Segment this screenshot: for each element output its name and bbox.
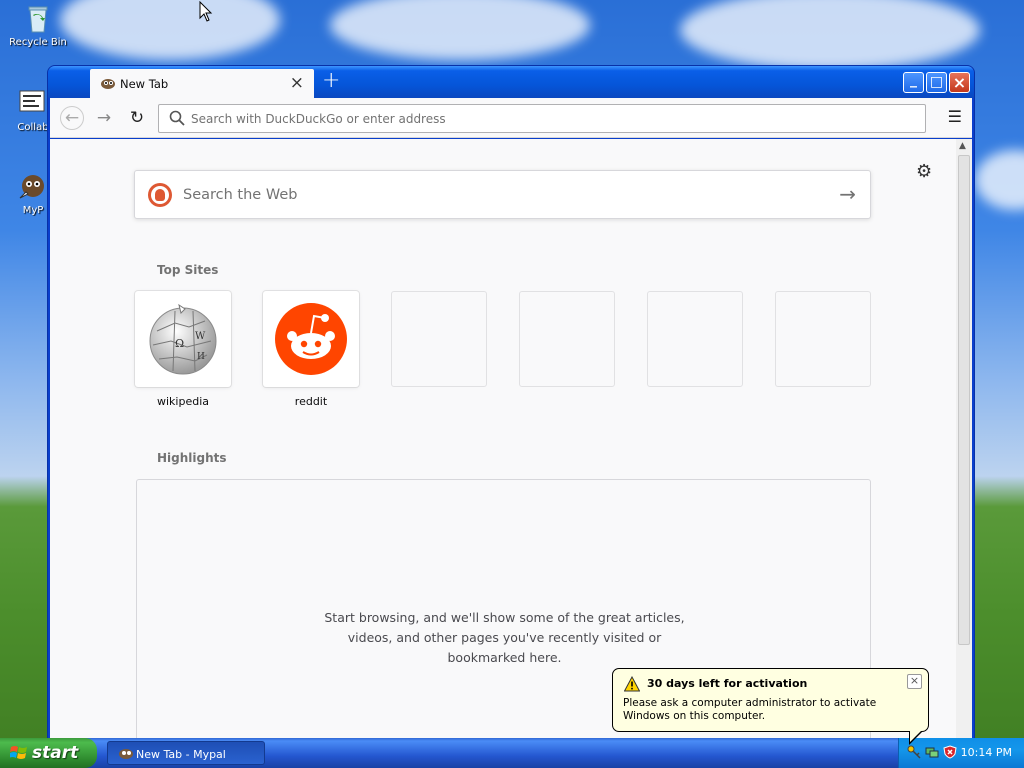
scroll-up-arrow-icon[interactable]: ▲ [959, 141, 966, 151]
hamburger-menu-icon[interactable]: ☰ [948, 107, 962, 126]
mouse-cursor-icon [199, 0, 213, 26]
highlights-empty-message: Start browsing, and we'll show some of t… [324, 610, 685, 665]
taskbar-task-mypal[interactable]: New Tab - Mypal [107, 741, 265, 765]
recycle-bin-icon [22, 2, 54, 34]
top-site-tile-empty [519, 291, 615, 387]
close-button[interactable]: × [949, 72, 970, 93]
task-label: New Tab - Mypal [136, 748, 226, 761]
top-site-tile-empty [775, 291, 871, 387]
close-icon: × [952, 73, 967, 92]
start-button[interactable]: start [0, 738, 97, 768]
wikipedia-globe-icon: Ω W И [145, 301, 221, 380]
highlights-heading: Highlights [157, 451, 227, 465]
clock[interactable]: 10:14 PM [961, 746, 1012, 759]
desktop-cloud [330, 0, 590, 60]
balloon-close-button[interactable]: × [907, 674, 922, 689]
search-placeholder: Search the Web [183, 187, 298, 203]
balloon-tail-fill [910, 730, 922, 742]
new-tab-page: ⚙ Search the Web → Top Sites Ω W И wikip… [50, 139, 972, 740]
minimize-icon: _ [910, 72, 917, 88]
web-search-box[interactable]: Search the Web → [134, 170, 871, 219]
activation-balloon: 30 days left for activation × Please ask… [612, 668, 929, 745]
security-shield-icon[interactable] [943, 745, 957, 759]
duckduckgo-logo-icon [148, 183, 172, 207]
navigation-toolbar: ← → ↻ Search with DuckDuckGo or enter ad… [50, 98, 972, 138]
mypal-icon [17, 170, 49, 202]
mypal-task-icon [118, 747, 134, 760]
reddit-logo-icon [274, 302, 348, 379]
desktop-cloud [680, 0, 980, 70]
top-site-label[interactable]: reddit [263, 395, 359, 408]
balloon-message: Please ask a computer administrator to a… [623, 697, 877, 722]
application-icon [17, 87, 49, 119]
reload-button[interactable]: ↻ [125, 106, 149, 130]
windows-logo-icon [9, 745, 28, 761]
back-button[interactable]: ← [60, 106, 84, 130]
title-bar[interactable]: New Tab × + _ □ × [48, 66, 974, 98]
top-sites-heading: Top Sites [157, 263, 219, 277]
start-label: start [32, 743, 79, 763]
top-site-tile-empty [647, 291, 743, 387]
taskbar: start New Tab - Mypal 10:14 PM [0, 738, 1024, 768]
tab-new-tab[interactable]: New Tab × [90, 69, 314, 98]
svg-text:И: И [197, 352, 205, 362]
desktop-cloud [975, 150, 1024, 210]
activation-key-icon[interactable] [907, 745, 921, 759]
url-placeholder: Search with DuckDuckGo or enter address [191, 112, 446, 126]
minimize-button[interactable]: _ [903, 72, 924, 93]
desktop-icon-label: Recycle Bin [9, 37, 67, 48]
top-site-tile-reddit[interactable] [263, 291, 359, 387]
svg-text:Ω: Ω [175, 337, 184, 350]
top-site-tile-wikipedia[interactable]: Ω W И [135, 291, 231, 387]
browser-window: New Tab × + _ □ × ← → ↻ Search with Duck… [47, 65, 975, 741]
maximize-button[interactable]: □ [926, 72, 947, 93]
desktop-cloud [60, 0, 280, 60]
top-site-tile-empty [391, 291, 487, 387]
mypal-favicon-icon [100, 76, 116, 90]
network-icon[interactable] [925, 745, 939, 759]
new-tab-button[interactable]: + [322, 68, 340, 93]
top-site-label[interactable]: wikipedia [135, 395, 231, 408]
maximize-icon: □ [929, 74, 944, 90]
search-go-arrow-icon[interactable]: → [839, 182, 856, 206]
tab-title: New Tab [120, 77, 169, 91]
forward-button[interactable]: → [92, 106, 116, 130]
scrollbar-thumb[interactable] [958, 155, 970, 645]
warning-icon [623, 675, 641, 692]
search-icon [169, 110, 185, 126]
balloon-title: 30 days left for activation [647, 677, 808, 690]
vertical-scrollbar[interactable]: ▲ [956, 139, 972, 740]
url-bar[interactable]: Search with DuckDuckGo or enter address [158, 104, 926, 133]
settings-gear-icon[interactable]: ⚙ [916, 161, 932, 182]
tab-close-icon[interactable]: × [290, 73, 304, 93]
svg-text:W: W [195, 331, 206, 342]
desktop-icon-recycle-bin[interactable]: Recycle Bin [8, 2, 68, 48]
